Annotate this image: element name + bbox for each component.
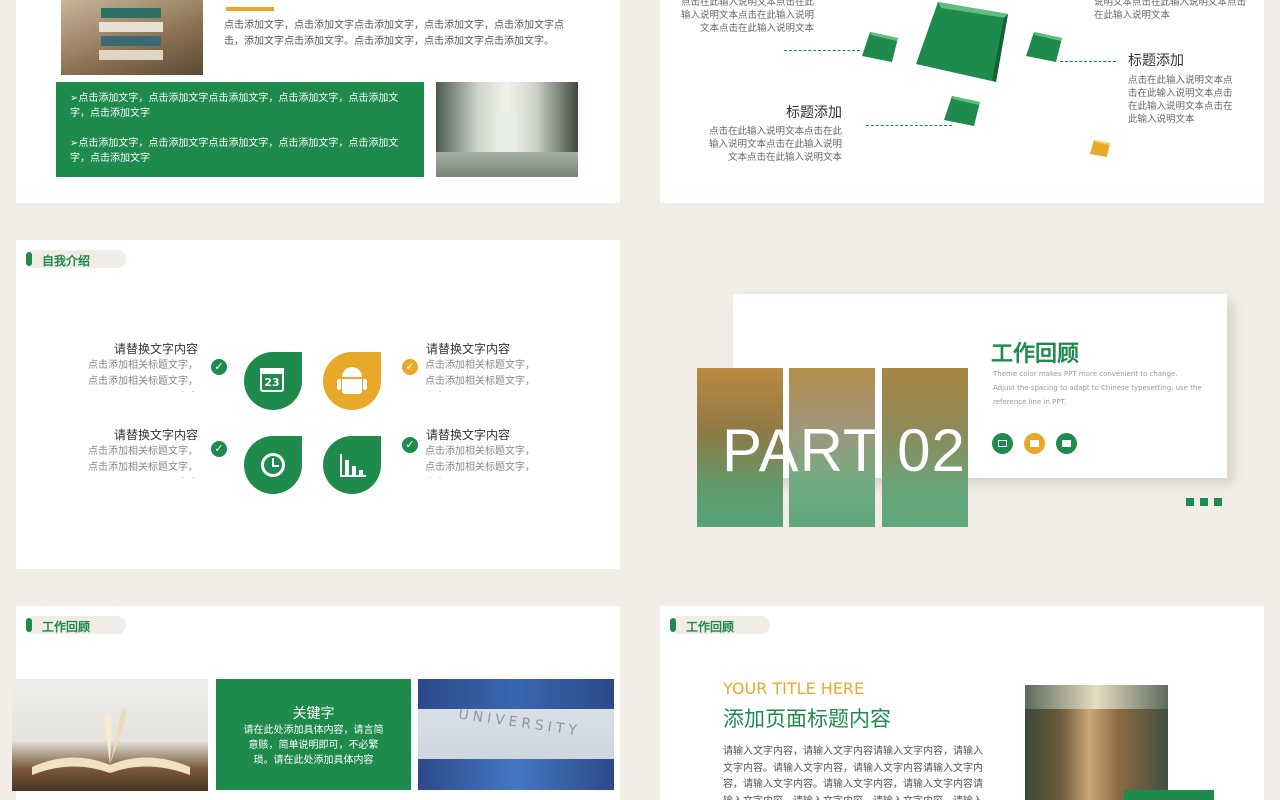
slide-6: 工作回顾 YOUR TITLE HERE 添加页面标题内容 请输入文字内容，请输…: [660, 606, 1264, 800]
accent-bar: [1124, 790, 1214, 800]
item-title-1: 请替换文字内容: [113, 342, 198, 356]
library-photo: [1025, 685, 1168, 800]
slide-4: PART 02 工作回顾 Theme color makes PPT more …: [644, 226, 1280, 583]
check-icon: ✓: [402, 437, 418, 453]
small-cube-1: [862, 32, 898, 62]
connector-line-1: [784, 50, 860, 51]
keyword-box: 关键字 请在此处添加具体内容，请言简意赅，简单说明即可，不必繁琐。请在此处添加具…: [216, 679, 411, 790]
text-right: 点击在此输入说明文本点击在此输入说明文本点击在此输入说明文本点击在此输入说明文本: [1128, 75, 1233, 125]
body-text: 请输入文字内容，请输入文字内容请输入文字内容，请输入文字内容。请输入文字内容，请…: [723, 746, 983, 800]
bar-chart-icon: [323, 436, 381, 494]
item-desc-3: 点击添加相关标题文字，点击添加相关标题文字，点击: [88, 446, 198, 473]
accent-line: [226, 7, 274, 11]
dots-decoration: [1186, 491, 1222, 510]
keyword-title: 关键字: [292, 706, 335, 722]
university-sign: UNIVERSITY: [457, 706, 582, 740]
desc-line-1: Theme color makes PPT more convenient to…: [993, 370, 1178, 378]
text-left: 点击在此输入说明文本点击在此输入说明文本点击在此输入说明文本点击在此输入说明文本: [708, 126, 842, 163]
yellow-cube: [1090, 140, 1110, 157]
tag-dot: [670, 618, 676, 632]
tag-label: 自我介绍: [42, 254, 91, 268]
tag-label: 工作回顾: [42, 620, 91, 634]
section-tag: 自我介绍: [26, 250, 126, 268]
desc-line-3: reference line in PPT.: [993, 398, 1067, 406]
item-title-3: 请替换文字内容: [113, 428, 198, 442]
small-cube-3: [944, 96, 980, 126]
item-desc-1: 点击添加相关标题文字，点击添加相关标题文字，点击: [88, 360, 198, 387]
check-icon: ✓: [211, 441, 227, 457]
calendar-icon: 23: [244, 352, 302, 410]
android-icon: [323, 352, 381, 410]
check-icon: ✓: [402, 359, 418, 375]
top-right-text: 说明文本点击在此输入说明文本点击在此输入说明文本: [1094, 0, 1247, 21]
bullet-2: ➢点击添加文字，点击添加文字点击添加文字，点击添加文字，点击添加文字，点击添加文…: [70, 138, 399, 164]
slide-3: 自我介绍 请替换文字内容 点击添加相关标题文字，点击添加相关标题文字，点击 ✓ …: [16, 240, 620, 569]
connector-line-3: [866, 125, 952, 126]
open-book-photo: [12, 679, 208, 791]
english-title: YOUR TITLE HERE: [723, 679, 865, 698]
image-icon[interactable]: [992, 433, 1013, 454]
university-photo: UNIVERSITY: [418, 679, 614, 790]
top-left-text: 点击在此输入说明文本点击在此输入说明文本点击在此输入说明文本点击在此输入说明文本: [680, 0, 814, 34]
bullet-box: ➢点击添加文字，点击添加文字点击添加文字，点击添加文字，点击添加文字，点击添加文…: [56, 82, 424, 177]
section-title: 工作回顾: [991, 342, 1080, 367]
bullet-1: ➢点击添加文字，点击添加文字点击添加文字，点击添加文字，点击添加文字，点击添加文…: [70, 93, 399, 119]
alarm-clock-icon: [244, 436, 302, 494]
tag-dot: [26, 252, 32, 266]
tag-dot: [26, 618, 32, 632]
check-icon: ✓: [211, 359, 227, 375]
item-title-2: 请替换文字内容: [426, 342, 511, 356]
chinese-title: 添加页面标题内容: [723, 707, 891, 731]
section-tag: 工作回顾: [670, 616, 770, 634]
item-desc-2: 点击添加相关标题文字，点击添加相关标题文字，点击: [425, 360, 535, 387]
slide-1: 点击添加文字，点击添加文字点击添加文字，点击添加文字，点击添加文字点击，添加文字…: [16, 0, 620, 203]
item-desc-4: 点击添加相关标题文字，点击添加相关标题文字，点击: [425, 446, 535, 473]
connector-line-2: [1060, 61, 1116, 62]
calendar-number: 23: [264, 376, 280, 389]
mail-icon[interactable]: [1056, 433, 1077, 454]
part-label: PART 02: [722, 417, 966, 484]
big-cube: [916, 2, 1008, 82]
small-cube-2: [1026, 32, 1062, 62]
keyword-desc: 请在此处添加具体内容，请言简意赅，简单说明即可，不必繁琐。请在此处添加具体内容: [243, 725, 384, 766]
heading-right: 标题添加: [1128, 53, 1184, 69]
hallway-photo: [436, 82, 578, 177]
intro-paragraph: 点击添加文字，点击添加文字点击添加文字，点击添加文字，点击添加文字点击，添加文字…: [224, 20, 564, 47]
tag-label: 工作回顾: [686, 620, 735, 634]
slide-2: 点击在此输入说明文本点击在此输入说明文本点击在此输入说明文本点击在此输入说明文本…: [660, 0, 1264, 203]
books-photo: [61, 0, 203, 75]
section-tag: 工作回顾: [26, 616, 126, 634]
folder-icon[interactable]: [1024, 433, 1045, 454]
item-title-4: 请替换文字内容: [426, 428, 511, 442]
desc-line-2: Adjust the spacing to adapt to Chinese t…: [993, 384, 1202, 392]
heading-left: 标题添加: [786, 105, 842, 121]
